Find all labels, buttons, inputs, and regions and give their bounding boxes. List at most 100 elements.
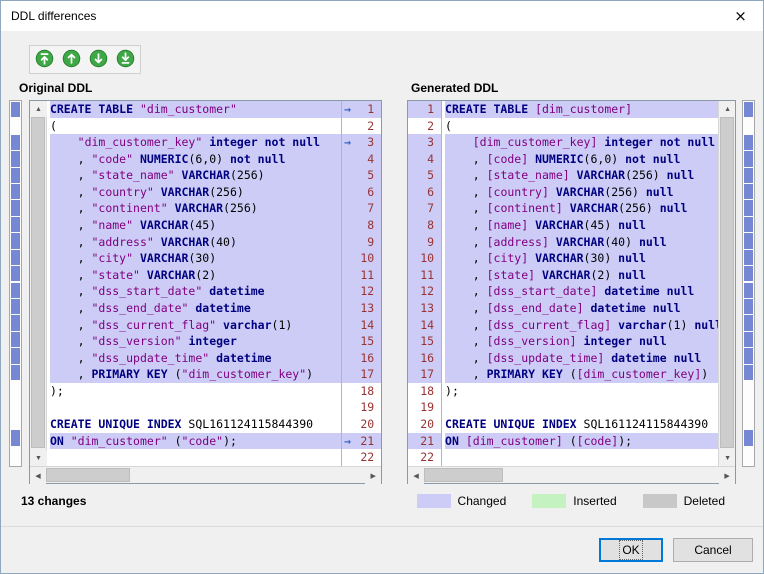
code-line: [445, 399, 718, 416]
generated-ddl-editor: 12345678910111213141516171819202122 CREA…: [407, 100, 736, 484]
change-marker: [744, 200, 753, 215]
right-vertical-scrollbar[interactable]: ▲ ▼: [718, 101, 735, 466]
scroll-down-icon[interactable]: ▼: [30, 450, 47, 466]
window-title: DDL differences: [1, 9, 718, 23]
line-number: 14: [408, 317, 441, 334]
deleted-label: Deleted: [684, 494, 725, 508]
line-number: 17: [342, 366, 381, 383]
line-number: 15: [408, 333, 441, 350]
change-marker: [11, 365, 20, 380]
scroll-left-icon[interactable]: ◀: [30, 467, 46, 484]
change-marker: [744, 168, 753, 183]
line-number: 12: [342, 283, 381, 300]
close-button[interactable]: ×: [718, 1, 763, 31]
line-number: 5: [342, 167, 381, 184]
change-marker: [744, 151, 753, 166]
line-number: 14: [342, 317, 381, 334]
code-line: [50, 449, 341, 466]
right-hscroll-thumb[interactable]: [424, 468, 502, 482]
line-number: 20: [408, 416, 441, 433]
change-marker: [11, 233, 20, 248]
scroll-right-icon[interactable]: ▶: [365, 467, 381, 484]
line-number: 4: [342, 151, 381, 168]
line-number: 16: [408, 350, 441, 367]
ok-button[interactable]: OK: [599, 538, 663, 562]
code-line: , [dss_start_date] datetime null: [445, 283, 718, 300]
scroll-right-icon[interactable]: ▶: [719, 467, 735, 484]
line-number: 13: [408, 300, 441, 317]
change-marker: [11, 102, 20, 117]
left-vscroll-thumb[interactable]: [31, 117, 45, 448]
scroll-down-icon[interactable]: ▼: [719, 450, 735, 466]
change-marker: [744, 102, 753, 117]
footer: 13 changes Changed Inserted Deleted: [1, 494, 763, 508]
next-change-button[interactable]: [86, 47, 111, 72]
right-horizontal-scrollbar[interactable]: ◀ ▶: [408, 466, 735, 483]
code-line: , "dss_update_time" datetime: [50, 350, 341, 367]
left-code[interactable]: CREATE TABLE "dim_customer"( "dim_custom…: [47, 101, 341, 466]
right-marker-strip: [744, 102, 753, 463]
change-arrow-icon: →: [344, 101, 351, 118]
right-vscroll-thumb[interactable]: [720, 117, 734, 448]
first-change-icon: [34, 48, 55, 72]
code-line: , "code" NUMERIC(6,0) not null: [50, 151, 341, 168]
previous-change-icon: [61, 48, 82, 72]
line-number: 18: [408, 383, 441, 400]
change-marker: [744, 332, 753, 347]
line-number: 16: [342, 350, 381, 367]
line-number: 7: [408, 200, 441, 217]
change-arrow-icon: →: [344, 134, 351, 151]
line-number: 10: [342, 250, 381, 267]
code-line: [445, 449, 718, 466]
ddl-differences-dialog: DDL differences × Original DDL: [0, 0, 764, 574]
code-line: CREATE UNIQUE INDEX SQL161124115844390: [50, 416, 341, 433]
inserted-label: Inserted: [573, 494, 616, 508]
code-line: , "name" VARCHAR(45): [50, 217, 341, 234]
change-marker: [744, 233, 753, 248]
line-number: 19: [342, 399, 381, 416]
right-code[interactable]: CREATE TABLE [dim_customer]( [dim_custom…: [442, 101, 718, 466]
right-change-overview-strip[interactable]: [742, 100, 755, 467]
left-vertical-scrollbar[interactable]: ▲ ▼: [30, 101, 47, 466]
change-marker: [744, 365, 753, 380]
change-marker: [744, 348, 753, 363]
code-line: , [dss_update_time] datetime null: [445, 350, 718, 367]
titlebar: DDL differences ×: [1, 1, 763, 31]
legend-deleted: Deleted: [643, 494, 725, 508]
code-line: , "dss_start_date" datetime: [50, 283, 341, 300]
line-number: 1: [408, 101, 441, 118]
code-line: , "dss_version" integer: [50, 333, 341, 350]
line-number: 3: [408, 134, 441, 151]
last-change-button[interactable]: [113, 47, 138, 72]
change-marker: [744, 315, 753, 330]
code-line: , [dss_end_date] datetime null: [445, 300, 718, 317]
changed-color-swatch: [417, 494, 451, 508]
code-line: , [state_name] VARCHAR(256) null: [445, 167, 718, 184]
code-line: , [name] VARCHAR(45) null: [445, 217, 718, 234]
code-line: , PRIMARY KEY ("dim_customer_key"): [50, 366, 341, 383]
first-change-button[interactable]: [32, 47, 57, 72]
code-line: CREATE TABLE "dim_customer": [50, 101, 341, 118]
change-marker: [11, 299, 20, 314]
line-number: 11: [342, 267, 381, 284]
change-marker: [744, 135, 753, 150]
panel-divider: [382, 100, 407, 484]
line-number: 8: [342, 217, 381, 234]
left-hscroll-thumb[interactable]: [46, 468, 130, 482]
scroll-left-icon[interactable]: ◀: [408, 467, 424, 484]
scroll-up-icon[interactable]: ▲: [30, 101, 47, 117]
generated-ddl-title: Generated DDL: [411, 81, 498, 95]
panel-titles: Original DDL Generated DDL: [1, 80, 763, 98]
scroll-up-icon[interactable]: ▲: [719, 101, 735, 117]
left-change-overview-strip[interactable]: [9, 100, 22, 467]
cancel-button[interactable]: Cancel: [673, 538, 753, 562]
left-horizontal-scrollbar[interactable]: ◀ ▶: [30, 466, 381, 483]
previous-change-button[interactable]: [59, 47, 84, 72]
diff-panels: ▲ ▼ CREATE TABLE "dim_customer"( "dim_cu…: [1, 100, 763, 484]
change-marker: [11, 348, 20, 363]
change-marker: [744, 184, 753, 199]
close-icon: ×: [734, 7, 747, 25]
line-number: 22: [342, 449, 381, 466]
original-ddl-title: Original DDL: [19, 81, 92, 95]
legend-inserted: Inserted: [532, 494, 616, 508]
